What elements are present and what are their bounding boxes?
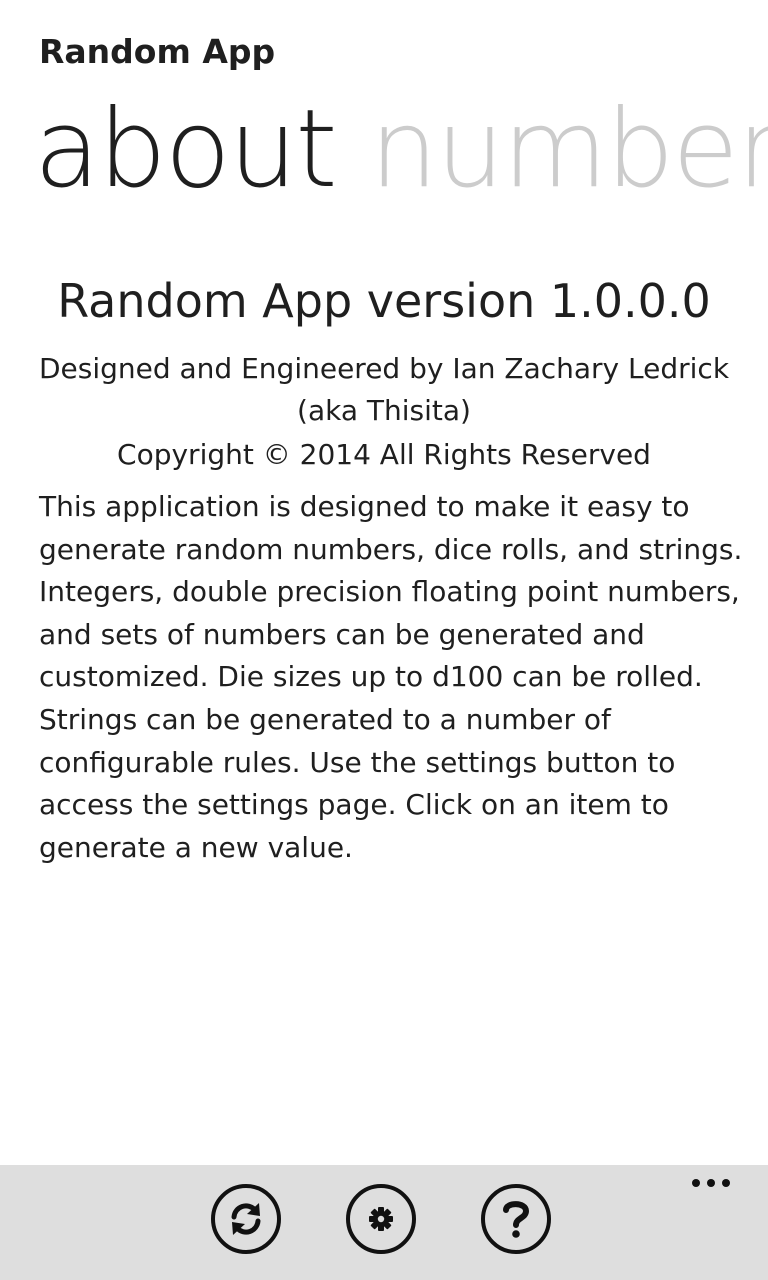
ellipsis-dot bbox=[692, 1179, 700, 1187]
about-content: Random App version 1.0.0.0 Designed and … bbox=[0, 270, 768, 869]
ellipsis-dot bbox=[722, 1179, 730, 1187]
refresh-icon bbox=[231, 1203, 261, 1235]
description-text: This application is designed to make it … bbox=[39, 490, 743, 864]
credit-text: Designed and Engineered by Ian Zachary L… bbox=[38, 352, 730, 427]
app-title: Random App bbox=[39, 32, 276, 71]
gear-icon bbox=[369, 1207, 393, 1231]
refresh-button[interactable] bbox=[211, 1184, 281, 1254]
version-text: Random App version 1.0.0.0 bbox=[57, 274, 711, 328]
ellipsis-dot bbox=[707, 1179, 715, 1187]
settings-button[interactable] bbox=[346, 1184, 416, 1254]
copyright-text: Copyright © 2014 All Rights Reserved bbox=[117, 438, 651, 471]
pivot-item-numbers[interactable]: numbers bbox=[370, 80, 768, 220]
pivot-item-about[interactable]: about bbox=[34, 80, 338, 220]
question-icon bbox=[503, 1201, 530, 1238]
help-button[interactable] bbox=[481, 1184, 551, 1254]
ellipsis-icon[interactable] bbox=[692, 1179, 730, 1187]
pivot-header: aboutnumbers bbox=[34, 80, 768, 220]
app-bar bbox=[0, 1165, 768, 1280]
